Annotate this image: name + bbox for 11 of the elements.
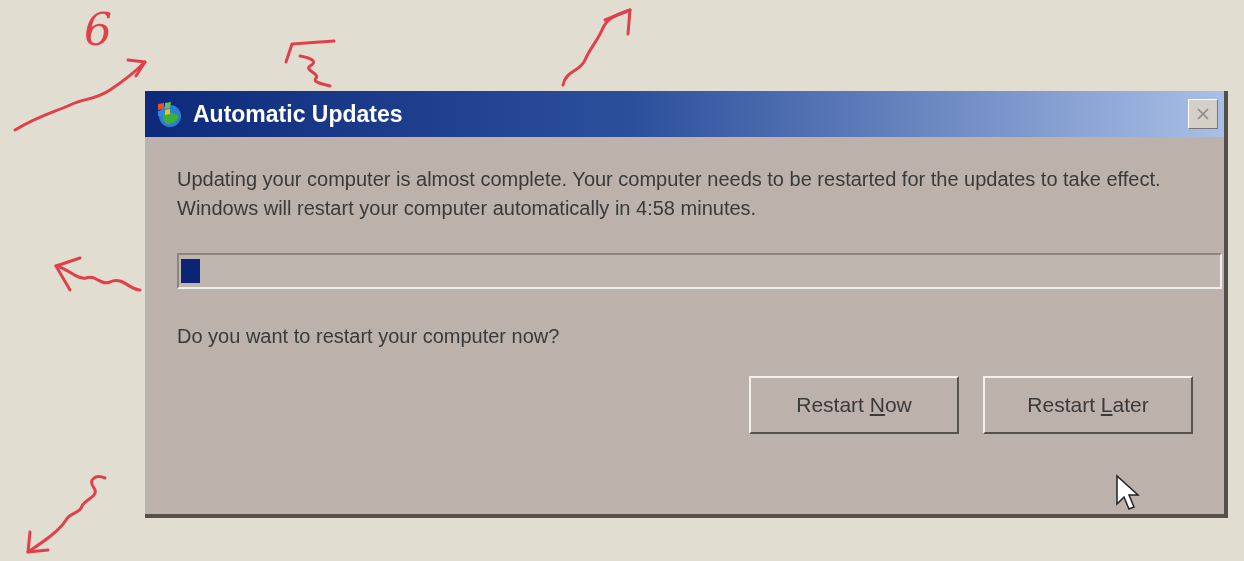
question-text: Do you want to restart your computer now? [177, 325, 561, 348]
windows-logo-icon [155, 100, 183, 128]
mouse-pointer-icon [1115, 474, 1141, 512]
restart-now-button[interactable]: Restart Now [749, 376, 959, 434]
close-button[interactable] [1188, 99, 1218, 129]
restart-later-button[interactable]: Restart Later [983, 376, 1193, 434]
window-title: Automatic Updates [193, 100, 404, 128]
annotation-arrow [284, 39, 336, 88]
close-icon [1195, 106, 1211, 122]
annotation-note: 6 [84, 8, 112, 52]
message-text: Updating your computer is almost complete. Your computer needs to be restarted for the updates to take effect. Windows will restart your computer automatically in 4:58 minutes. [177, 167, 1162, 221]
